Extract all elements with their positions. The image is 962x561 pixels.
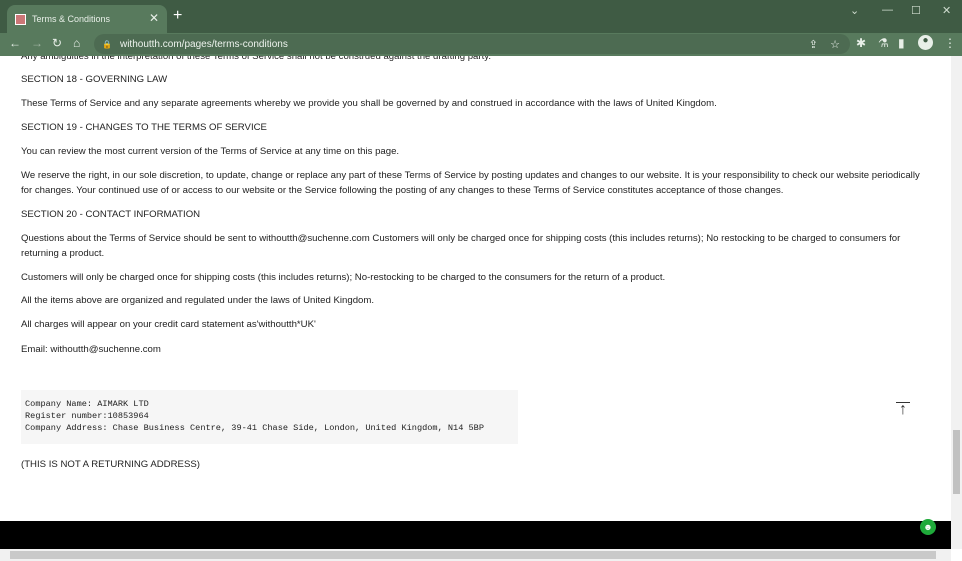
tab-title: Terms & Conditions <box>32 14 111 24</box>
star-icon[interactable]: ☆ <box>830 38 840 51</box>
maximize-icon[interactable]: ☐ <box>911 4 921 17</box>
extensions-icon[interactable]: ✱ <box>856 36 866 50</box>
scrollbar-thumb[interactable] <box>953 430 960 494</box>
address-bar[interactable]: 🔒 withoutth.com/pages/terms-conditions ⇪… <box>94 34 850 54</box>
favicon-icon <box>15 13 26 25</box>
chat-widget-icon[interactable]: ☻ <box>920 519 936 535</box>
new-tab-icon[interactable]: + <box>173 7 182 25</box>
paragraph: All charges will appear on your credit c… <box>21 319 316 330</box>
returning-address-note: (THIS IS NOT A RETURNING ADDRESS) <box>21 459 200 470</box>
forward-icon[interactable]: → <box>31 36 43 50</box>
reload-icon[interactable]: ↻ <box>52 36 62 50</box>
minimize-icon[interactable]: — <box>882 4 893 16</box>
labs-icon[interactable]: ⚗ <box>878 36 889 50</box>
horizontal-scrollbar[interactable] <box>0 549 951 561</box>
paragraph: Questions about the Terms of Service sho… <box>21 233 901 259</box>
paragraph: You can review the most current version … <box>21 146 400 157</box>
lock-icon: 🔒 <box>102 39 112 49</box>
profile-avatar-icon[interactable]: ● <box>918 35 933 50</box>
close-tab-icon[interactable]: ✕ <box>149 11 159 25</box>
browser-tab[interactable]: Terms & Conditions ✕ <box>7 5 167 33</box>
sidepanel-icon[interactable]: ▮ <box>898 36 905 50</box>
share-icon[interactable]: ⇪ <box>809 38 818 51</box>
company-info-block: Company Name: AIMARK LTD Register number… <box>21 390 518 444</box>
paragraph: All the items above are organized and re… <box>21 295 375 306</box>
paragraph: We reserve the right, in our sole discre… <box>21 170 920 196</box>
home-icon[interactable]: ⌂ <box>73 36 80 50</box>
back-to-top-icon[interactable]: ↑ <box>896 402 910 418</box>
paragraph: These Terms of Service and any separate … <box>21 98 717 109</box>
close-window-icon[interactable]: ✕ <box>942 4 951 17</box>
tab-bar: Terms & Conditions ✕ + ⌄ — ☐ ✕ <box>0 0 962 33</box>
section-19-heading: SECTION 19 - CHANGES TO THE TERMS OF SER… <box>21 122 267 133</box>
clipped-paragraph: Any ambiguities in the interpretation of… <box>21 56 491 62</box>
url-text: withoutth.com/pages/terms-conditions <box>119 38 288 50</box>
email-line: Email: withoutth@suchenne.com <box>21 344 161 355</box>
vertical-scrollbar[interactable] <box>951 56 962 549</box>
section-20-heading: SECTION 20 - CONTACT INFORMATION <box>21 209 201 220</box>
footer <box>0 521 951 549</box>
chevron-down-icon[interactable]: ⌄ <box>850 4 859 17</box>
section-18-heading: SECTION 18 - GOVERNING LAW <box>21 74 168 85</box>
scrollbar-thumb[interactable] <box>10 551 936 559</box>
paragraph: Customers will only be charged once for … <box>21 272 666 283</box>
menu-icon[interactable]: ⋮ <box>944 36 956 50</box>
page-content: Any ambiguities in the interpretation of… <box>0 56 951 521</box>
toolbar: ← → ↻ ⌂ 🔒 withoutth.com/pages/terms-cond… <box>0 33 962 56</box>
back-icon[interactable]: ← <box>9 36 21 50</box>
